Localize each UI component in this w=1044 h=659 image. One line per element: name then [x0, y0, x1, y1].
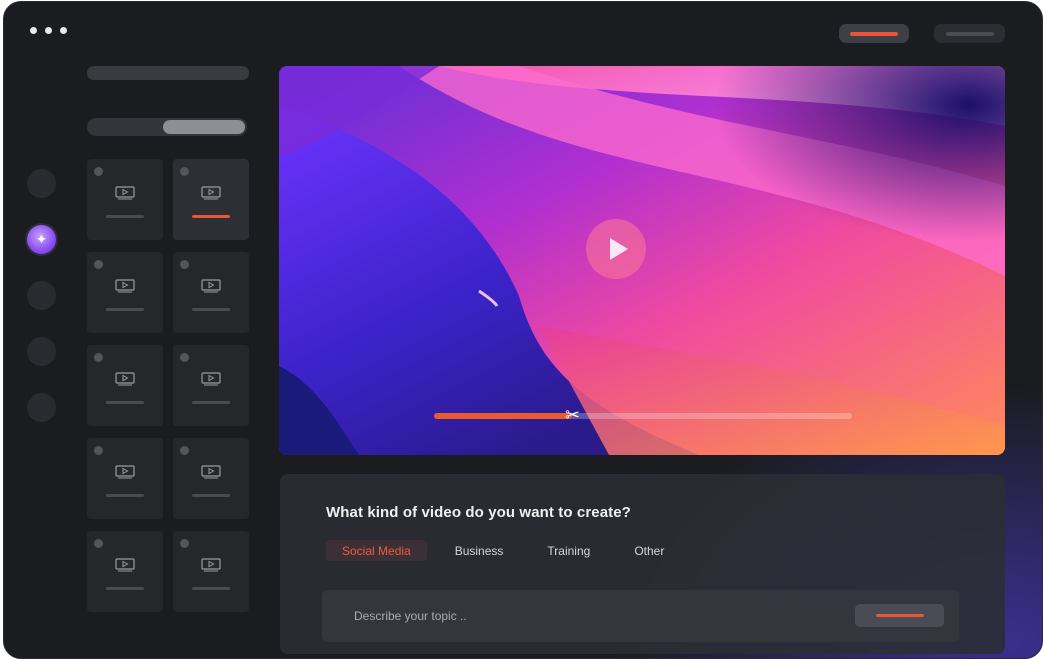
video-icon — [115, 186, 135, 200]
video-thumbnail[interactable] — [173, 159, 249, 240]
sidebar-rail-item[interactable] — [27, 281, 56, 310]
thumbnail-select-dot[interactable] — [94, 353, 103, 362]
video-thumbnail[interactable] — [173, 252, 249, 333]
sidebar-rail-item[interactable] — [27, 337, 56, 366]
thumbnail-title-placeholder — [192, 587, 230, 590]
video-icon — [201, 558, 221, 572]
window-dot[interactable] — [30, 27, 37, 34]
thumbnail-select-dot[interactable] — [94, 260, 103, 269]
video-thumbnail[interactable] — [173, 438, 249, 519]
generate-button[interactable] — [855, 604, 944, 627]
play-button[interactable] — [586, 219, 646, 279]
thumbnail-select-dot[interactable] — [180, 446, 189, 455]
secondary-button-label-placeholder — [945, 31, 994, 36]
timeline-track[interactable] — [434, 413, 852, 419]
video-icon — [115, 465, 135, 479]
sidebar-rail-item[interactable] — [27, 393, 56, 422]
video-thumbnail[interactable] — [87, 159, 163, 240]
thumbnail-select-dot[interactable] — [94, 167, 103, 176]
thumbnail-title-placeholder — [192, 401, 230, 404]
sparkle-icon: ✦ — [35, 231, 48, 248]
window-controls — [30, 27, 67, 34]
thumbnail-select-dot[interactable] — [94, 539, 103, 548]
app-window: ✦ ✂ What kind of video do you want to cr… — [3, 1, 1043, 659]
video-icon — [201, 186, 221, 200]
secondary-top-button[interactable] — [934, 24, 1005, 43]
video-thumbnail[interactable] — [87, 345, 163, 426]
sidebar-rail-item-ai[interactable]: ✦ — [27, 225, 56, 254]
thumbnail-select-dot[interactable] — [180, 539, 189, 548]
video-icon — [201, 465, 221, 479]
timeline-progress — [434, 413, 572, 419]
video-thumbnail[interactable] — [87, 252, 163, 333]
category-tab-social-media[interactable]: Social Media — [326, 540, 427, 561]
video-thumbnail[interactable] — [173, 345, 249, 426]
toggle-knob — [163, 120, 245, 134]
thumbnail-title-placeholder — [106, 401, 144, 404]
generate-button-label-placeholder — [875, 614, 924, 617]
create-video-panel: What kind of video do you want to create… — [280, 474, 1005, 654]
window-dot[interactable] — [60, 27, 67, 34]
video-thumbnail[interactable] — [87, 438, 163, 519]
thumbnail-title-placeholder — [192, 308, 230, 311]
thumbnail-select-dot[interactable] — [180, 260, 189, 269]
video-icon — [201, 372, 221, 386]
primary-button-label-placeholder — [850, 31, 898, 36]
prompt-title: What kind of video do you want to create… — [326, 504, 631, 521]
category-tab-business[interactable]: Business — [439, 540, 520, 561]
library-view-toggle[interactable] — [87, 118, 247, 136]
video-icon — [115, 372, 135, 386]
topic-input[interactable]: Describe your topic .. — [322, 590, 959, 642]
thumbnail-title-placeholder — [106, 494, 144, 497]
category-tabs: Social Media Business Training Other — [326, 540, 692, 561]
thumbnail-title-placeholder — [192, 215, 230, 218]
thumbnail-select-dot[interactable] — [180, 353, 189, 362]
video-thumbnail[interactable] — [173, 531, 249, 612]
scissors-icon[interactable]: ✂ — [565, 407, 580, 425]
video-icon — [201, 279, 221, 293]
window-dot[interactable] — [45, 27, 52, 34]
thumbnail-select-dot[interactable] — [94, 446, 103, 455]
video-icon — [115, 558, 135, 572]
play-icon — [609, 238, 628, 260]
video-thumbnail[interactable] — [87, 531, 163, 612]
thumbnail-select-dot[interactable] — [180, 167, 189, 176]
video-library-grid — [87, 159, 249, 612]
library-search-bar[interactable] — [87, 66, 249, 80]
thumbnail-title-placeholder — [106, 215, 144, 218]
video-preview[interactable]: ✂ — [279, 66, 1005, 455]
sidebar-rail-item[interactable] — [27, 169, 56, 198]
topic-input-placeholder: Describe your topic .. — [354, 609, 467, 623]
primary-top-button[interactable] — [839, 24, 909, 43]
thumbnail-title-placeholder — [106, 587, 144, 590]
video-icon — [115, 279, 135, 293]
category-tab-training[interactable]: Training — [531, 540, 606, 561]
category-tab-other[interactable]: Other — [618, 540, 680, 561]
thumbnail-title-placeholder — [192, 494, 230, 497]
thumbnail-title-placeholder — [106, 308, 144, 311]
